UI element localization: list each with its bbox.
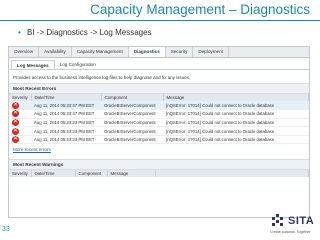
tab-security[interactable]: Security [166, 47, 194, 57]
message-cell: [nQSError: 17014] Could not connect to O… [163, 126, 309, 136]
logo-dots-icon [270, 214, 285, 228]
severity-cell: ✕ [9, 126, 31, 136]
message-cell: [nQSError: 17014] Could not connect to O… [163, 101, 309, 111]
error-icon: ✕ [12, 118, 19, 126]
warnings-section-title: Most Recent Warnings [9, 159, 309, 171]
subtab-log-messages[interactable]: Log Messages [11, 60, 55, 69]
tab-capacity-management[interactable]: Capacity Management [72, 47, 129, 57]
column-header-message[interactable]: Message [163, 94, 309, 101]
severity-cell: ✕ [9, 101, 31, 111]
bullet-dot: • [18, 28, 21, 37]
severity-cell: ✕ [9, 109, 31, 119]
column-header-severity[interactable]: Severity [9, 170, 32, 178]
error-icon: ✕ [12, 136, 19, 144]
component-cell: OracleBIServerComponent [101, 101, 163, 111]
breadcrumb-text: BI -> Diagnostics -> Log Messages [27, 28, 152, 37]
app-window: Overview Availability Capacity Managemen… [8, 46, 310, 218]
table-row[interactable]: ✕ Aug 11, 2014 05:23:47 PM BST OracleBIS… [9, 109, 309, 119]
errors-section-title: Most Recent Errors [9, 83, 309, 94]
component-cell: OracleBIServerComponent [101, 135, 163, 145]
breadcrumb-bullet: • BI -> Diagnostics -> Log Messages [18, 28, 152, 37]
datetime-cell: Aug 11, 2014 05:23:23 PM BST [31, 126, 101, 136]
error-icon: ✕ [12, 110, 19, 118]
datetime-cell: Aug 11, 2014 05:23:47 PM BST [31, 109, 101, 119]
main-tabs: Overview Availability Capacity Managemen… [9, 47, 309, 58]
component-cell: OracleBIServerComponent [101, 118, 163, 128]
severity-cell: ✕ [9, 135, 31, 145]
sita-logo: SITA Create success. Together [270, 213, 314, 237]
title-rule [0, 20, 320, 21]
subtab-log-configuration[interactable]: Log Configuration [55, 60, 101, 69]
message-cell: [nQSError: 17014] Could not connect to O… [163, 118, 309, 128]
error-icon: ✕ [12, 101, 19, 109]
logo-wordmark: SITA [288, 215, 315, 227]
column-header-datetime[interactable]: Date/Time [31, 170, 76, 178]
errors-table: Severity Date/Time Component Message ✕ A… [9, 94, 309, 145]
tab-overview[interactable]: Overview [9, 47, 40, 57]
message-cell: [nQSError: 17014] Could not connect to O… [163, 109, 309, 119]
tab-diagnostics[interactable]: Diagnostics [128, 47, 166, 57]
sub-tabs: Log Messages Log Configuration [9, 60, 309, 70]
page-description: Provides access to the business intellig… [13, 75, 191, 80]
column-header-message[interactable]: Message [107, 170, 156, 178]
slide-title: Capacity Management – Diagnostics [90, 2, 310, 17]
message-cell: [nQSError: 17014] Could not connect to O… [163, 135, 309, 145]
column-header-severity[interactable]: Severity [9, 94, 32, 101]
table-row[interactable]: ✕ Aug 11, 2014 05:23:23 PM BST OracleBIS… [9, 118, 309, 128]
severity-cell: ✕ [9, 118, 31, 128]
column-header-component[interactable]: Component [101, 94, 164, 101]
logo-tagline: Create success. Together [270, 230, 311, 234]
table-row[interactable]: ✕ Aug 11, 2014 05:23:23 PM BST OracleBIS… [9, 126, 309, 136]
error-icon: ✕ [12, 127, 19, 135]
datetime-cell: Aug 11, 2014 05:23:23 PM BST [31, 135, 101, 145]
warnings-table: Severity Date/Time Component Message [9, 170, 309, 178]
more-recent-errors-link[interactable]: More recent errors [9, 144, 309, 155]
column-header-filler [155, 170, 309, 178]
component-cell: OracleBIServerComponent [101, 126, 163, 136]
table-row[interactable]: ✕ Aug 11, 2014 05:23:23 PM BST OracleBIS… [9, 135, 309, 145]
component-cell: OracleBIServerComponent [101, 109, 163, 119]
table-row[interactable]: ✕ Aug 11, 2014 05:23:47 PM BST OracleBIS… [9, 101, 309, 111]
column-header-datetime[interactable]: Date/Time [31, 94, 102, 101]
datetime-cell: Aug 11, 2014 05:23:23 PM BST [31, 118, 101, 128]
datetime-cell: Aug 11, 2014 05:23:47 PM BST [31, 101, 101, 111]
tab-availability[interactable]: Availability [39, 47, 72, 57]
tab-deployment[interactable]: Deployment [193, 47, 229, 57]
column-header-component[interactable]: Component [75, 170, 108, 178]
page-number: 33 [2, 226, 10, 233]
